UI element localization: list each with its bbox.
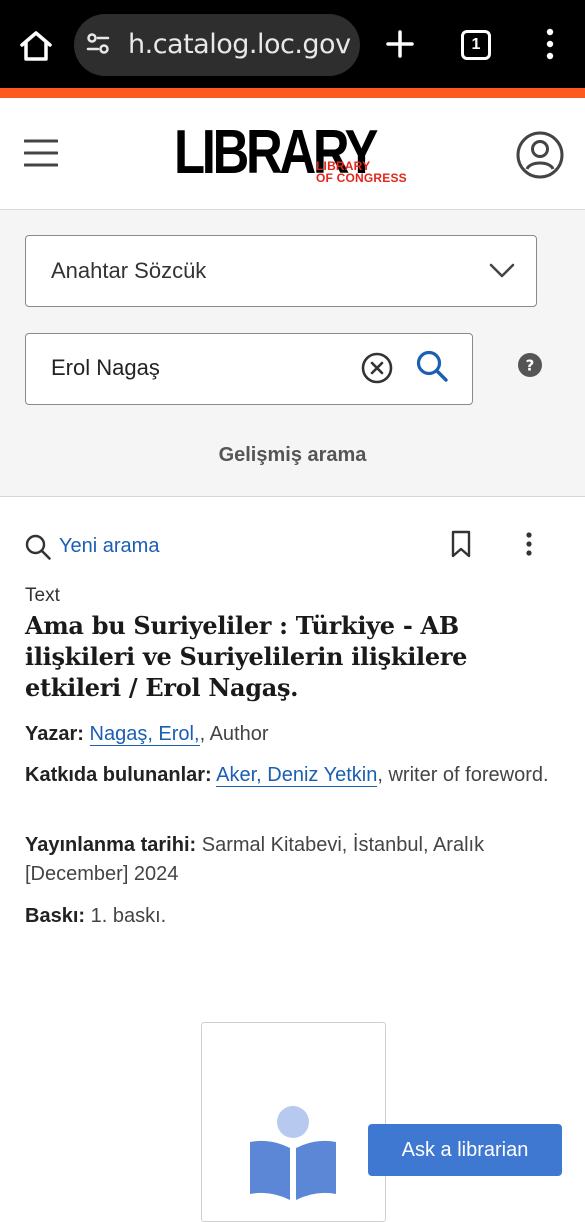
logo-sub-line2: OF CONGRESS (316, 171, 407, 185)
help-icon[interactable]: ? (517, 352, 543, 378)
more-options-icon[interactable] (522, 530, 536, 558)
search-scope-value[interactable]: Anahtar Sözcük (51, 258, 206, 284)
author-label: Yazar: (25, 723, 84, 745)
contributor-role: , writer of foreword. (377, 764, 549, 786)
book-reader-icon (250, 1106, 336, 1200)
url-text[interactable]: h.catalog.loc.gov (128, 29, 352, 60)
user-account-icon[interactable] (516, 131, 564, 179)
site-logo-subtitle: LIBRARY OF CONGRESS (316, 160, 407, 184)
bookmark-icon[interactable] (450, 530, 472, 558)
page-accent-bar (0, 88, 585, 98)
svg-text:?: ? (526, 357, 535, 375)
advanced-search-link[interactable]: Gelişmiş arama (0, 444, 585, 467)
plus-icon[interactable] (384, 28, 416, 60)
home-icon[interactable] (16, 26, 56, 66)
search-input-value[interactable]: Erol Nagaş (51, 355, 160, 381)
site-settings-icon[interactable] (84, 30, 112, 58)
contributor-link[interactable]: Aker, Deniz Yetkin (216, 764, 378, 787)
edition-field: Baskı: 1. baskı. (25, 902, 560, 931)
edition-label: Baskı: (25, 905, 86, 927)
clear-icon[interactable] (360, 351, 394, 385)
author-link[interactable]: Nagaş, Erol, (89, 723, 200, 746)
ask-librarian-button[interactable]: Ask a librarian (368, 1124, 562, 1176)
magnifier-icon[interactable] (24, 533, 52, 561)
publication-label: Yayınlanma tarihi: (25, 834, 197, 856)
record-title: Ama bu Suriyeliler : Türkiye - AB ilişki… (25, 611, 468, 702)
kebab-menu-icon[interactable] (540, 26, 560, 62)
search-icon[interactable] (414, 348, 450, 384)
hamburger-menu-icon[interactable] (24, 138, 58, 168)
format-label: Text (25, 585, 60, 606)
author-field: Yazar: Nagaş, Erol,, Author (25, 720, 560, 749)
author-role: , Author (199, 723, 269, 745)
chevron-down-icon[interactable] (488, 258, 516, 282)
tab-switcher-icon[interactable]: 1 (461, 30, 491, 60)
contributors-label: Katkıda bulunanlar: (25, 764, 212, 786)
contributors-field: Katkıda bulunanlar: Aker, Deniz Yetkin, … (25, 761, 560, 790)
new-search-link[interactable]: Yeni arama (59, 535, 159, 558)
edition-value: 1. baskı. (90, 905, 167, 927)
publication-field: Yayınlanma tarihi: Sarmal Kitabevi, İsta… (25, 831, 560, 889)
